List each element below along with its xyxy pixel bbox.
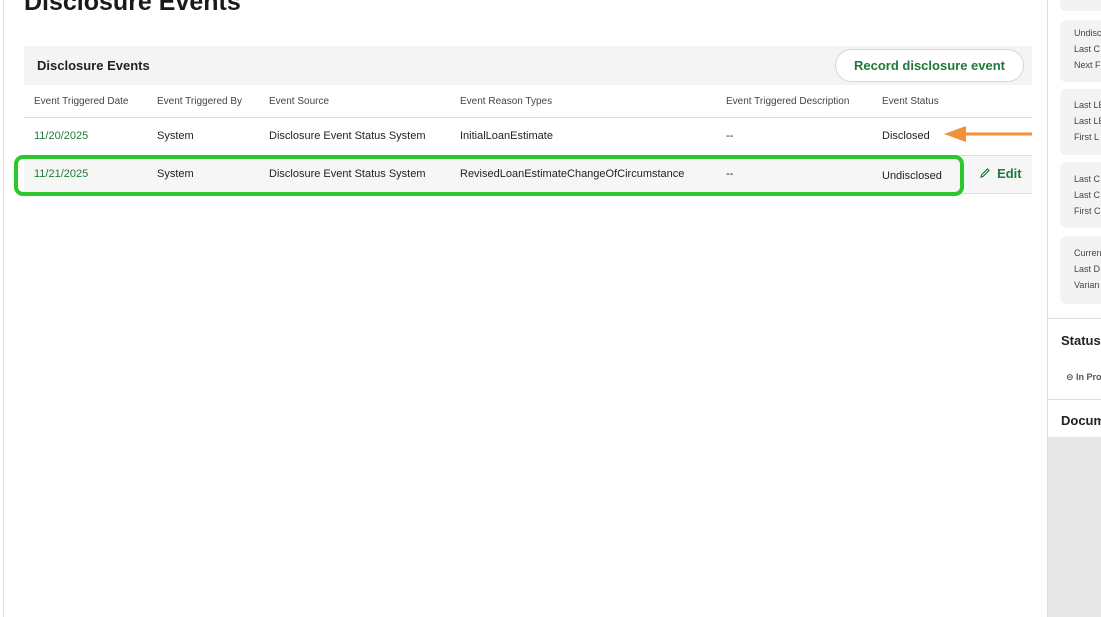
card-line: First C	[1074, 206, 1101, 216]
record-disclosure-event-button[interactable]: Record disclosure event	[835, 49, 1024, 82]
column-header-reason[interactable]: Event Reason Types	[450, 85, 716, 118]
card-line: Last LE	[1074, 116, 1101, 126]
card-line: Last C	[1074, 174, 1101, 184]
documents-section-title[interactable]: Docum	[1048, 399, 1101, 437]
summary-card: Undisc Last C Next F	[1060, 20, 1101, 82]
column-header-by[interactable]: Event Triggered By	[147, 85, 259, 118]
cell-by: System	[147, 117, 259, 156]
status-value: ⊖ In Pro	[1066, 372, 1101, 383]
summary-card: Last LE Last LE First L	[1060, 89, 1101, 155]
cell-date[interactable]: 11/20/2025	[24, 117, 147, 156]
cell-source: Disclosure Event Status System	[259, 117, 450, 156]
column-header-description[interactable]: Event Triggered Description	[716, 85, 872, 118]
page-title: Disclosure Events	[24, 0, 241, 16]
table-header-row: Event Triggered Date Event Triggered By …	[24, 85, 1032, 118]
cell-by: System	[147, 155, 259, 194]
summary-card: Curren Last D Varian	[1060, 236, 1101, 304]
card-line: Curren	[1074, 248, 1101, 258]
card-line: Last C	[1074, 44, 1101, 54]
table-row[interactable]: 11/21/2025 System Disclosure Event Statu…	[24, 155, 1032, 194]
card-line: Varian	[1074, 280, 1100, 290]
column-header-source[interactable]: Event Source	[259, 85, 450, 118]
card-line: First L	[1074, 132, 1100, 142]
status-section-title: Status	[1048, 318, 1101, 398]
column-header-date[interactable]: Event Triggered Date	[24, 85, 147, 118]
card-line: Last LE	[1074, 100, 1101, 110]
clock-icon: ⊖	[1066, 372, 1077, 382]
status-text: In Pro	[1076, 372, 1101, 382]
cell-description: --	[716, 155, 872, 194]
card-top	[1060, 0, 1101, 11]
cell-description: --	[716, 117, 872, 156]
cell-source: Disclosure Event Status System	[259, 155, 450, 194]
cell-status: Undisclosed	[882, 170, 942, 183]
arrow-left-icon	[944, 126, 1032, 142]
right-summary-panel: Undisc Last C Next F Last LE Last LE Fir…	[1047, 0, 1101, 617]
main-content: Disclosure Events Disclosure Events Reco…	[3, 0, 1046, 617]
cell-reason: RevisedLoanEstimateChangeOfCircumstance	[450, 155, 716, 194]
disclosure-events-panel: Disclosure Events Record disclosure even…	[24, 46, 1032, 194]
documents-area	[1048, 437, 1101, 617]
cell-date[interactable]: 11/21/2025	[24, 155, 147, 194]
card-line: Undisc	[1074, 28, 1101, 38]
edit-button[interactable]: Edit	[979, 166, 1022, 181]
disclosure-events-table: Event Triggered Date Event Triggered By …	[24, 85, 1032, 194]
edit-label: Edit	[997, 165, 1022, 181]
card-line: Last C	[1074, 190, 1101, 200]
summary-card: Last C Last C First C	[1060, 162, 1101, 228]
column-header-status[interactable]: Event Status	[872, 85, 1032, 118]
pencil-icon	[980, 168, 990, 179]
card-line: Next F	[1074, 60, 1101, 70]
panel-title: Disclosure Events	[37, 58, 150, 73]
cell-reason: InitialLoanEstimate	[450, 117, 716, 156]
cell-status-with-action: Undisclosed Edit	[872, 155, 1032, 194]
table-row[interactable]: 11/20/2025 System Disclosure Event Statu…	[24, 117, 1032, 156]
card-line: Last D	[1074, 264, 1101, 274]
panel-header: Disclosure Events Record disclosure even…	[24, 46, 1032, 85]
